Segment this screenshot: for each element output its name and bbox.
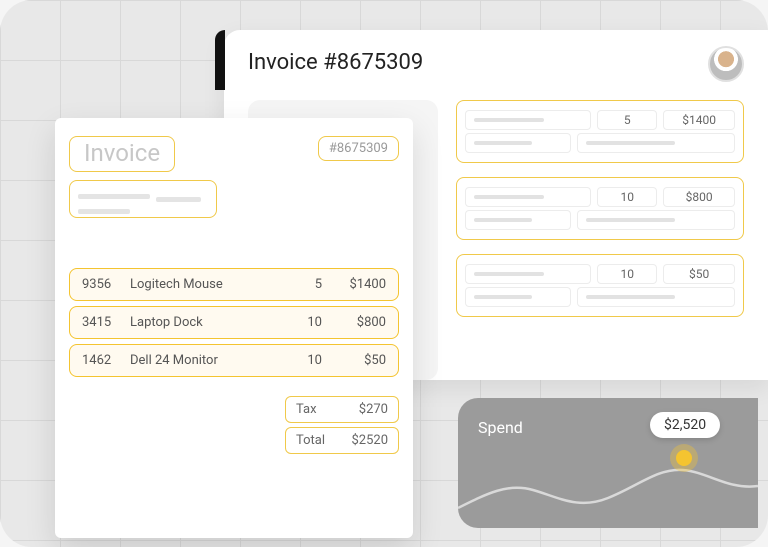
qty-field[interactable]: 10 [597,187,657,207]
spend-widget[interactable]: Spend $2,520 [458,398,758,528]
tax-value: $270 [359,402,388,417]
window-accent [215,30,225,90]
line-price: $1400 [322,277,386,292]
field-placeholder[interactable] [577,287,735,307]
spend-value-bubble: $2,520 [650,412,720,438]
line-qty: 10 [282,315,322,330]
line-item[interactable]: 3415 Laptop Dock 10 $800 [69,306,399,339]
field-placeholder[interactable] [465,264,591,284]
field-placeholder[interactable] [465,133,571,153]
qty-field[interactable]: 10 [597,264,657,284]
line-name: Laptop Dock [124,315,282,330]
back-line-group: 10 $800 [456,177,744,240]
spend-chart [458,448,758,528]
price-field[interactable]: $1400 [663,110,735,130]
tax-label: Tax [296,402,317,417]
address-placeholder [69,180,217,218]
avatar[interactable] [708,46,744,82]
field-placeholder[interactable] [465,210,571,230]
line-qty: 5 [282,277,322,292]
total-row: Total $2520 [285,427,399,454]
invoice-number: #8675309 [318,136,399,161]
line-item[interactable]: 1462 Dell 24 Monitor 10 $50 [69,344,399,377]
line-price: $800 [322,315,386,330]
field-placeholder[interactable] [465,110,591,130]
invoice-card: Invoice #8675309 9356 Logitech Mouse 5 $… [55,118,413,538]
qty-field[interactable]: 5 [597,110,657,130]
line-sku: 9356 [82,277,124,292]
invoice-title: Invoice [84,139,160,167]
field-placeholder[interactable] [577,210,735,230]
line-sku: 1462 [82,353,124,368]
line-price: $50 [322,353,386,368]
price-field[interactable]: $50 [663,264,735,284]
total-value: $2520 [351,433,388,448]
canvas: Invoice #8675309 5 $1400 10 $800 [0,0,768,547]
tax-row: Tax $270 [285,396,399,423]
spend-title: Spend [478,418,523,437]
back-line-group: 5 $1400 [456,100,744,163]
total-label: Total [296,433,325,448]
field-placeholder[interactable] [465,287,571,307]
window-title: Invoice #8675309 [248,50,423,75]
line-qty: 10 [282,353,322,368]
price-field[interactable]: $800 [663,187,735,207]
line-name: Dell 24 Monitor [124,353,282,368]
line-name: Logitech Mouse [124,277,282,292]
back-line-group: 10 $50 [456,254,744,317]
field-placeholder[interactable] [465,187,591,207]
invoice-summary: Tax $270 Total $2520 [285,396,399,458]
line-sku: 3415 [82,315,124,330]
invoice-title-box: Invoice [69,136,175,172]
back-line-groups: 5 $1400 10 $800 [456,100,744,331]
invoice-line-items: 9356 Logitech Mouse 5 $1400 3415 Laptop … [69,268,399,377]
field-placeholder[interactable] [577,133,735,153]
spend-highlight-dot [676,450,692,466]
line-item[interactable]: 9356 Logitech Mouse 5 $1400 [69,268,399,301]
